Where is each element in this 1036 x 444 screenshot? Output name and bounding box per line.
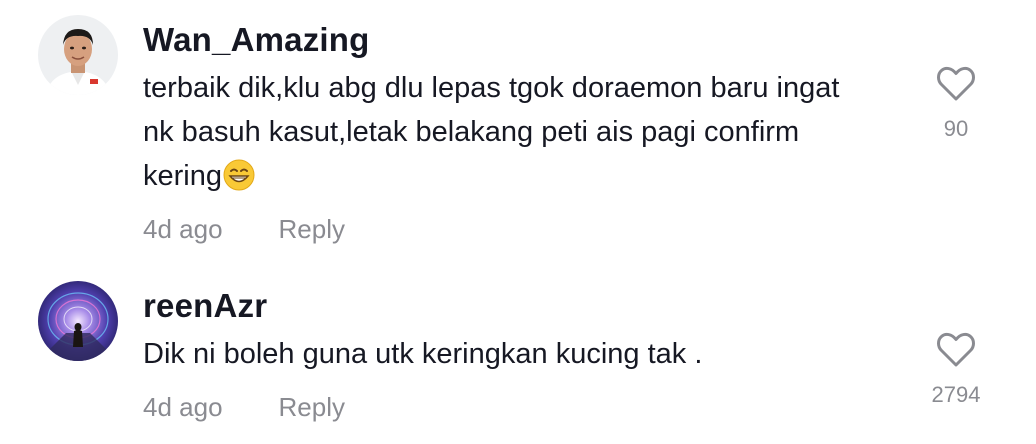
avatar[interactable] xyxy=(38,281,118,361)
comment-username[interactable]: reenAzr xyxy=(143,286,267,326)
comment-text: Dik ni boleh guna utk keringkan kucing t… xyxy=(143,332,863,376)
comment-timestamp: 4d ago xyxy=(143,214,223,244)
like-control: 90 xyxy=(916,66,996,142)
comment-username[interactable]: Wan_Amazing xyxy=(143,20,370,60)
like-count: 90 xyxy=(943,116,969,141)
heart-outline-icon[interactable] xyxy=(936,332,976,368)
reply-button[interactable]: Reply xyxy=(279,392,345,422)
comment-text: terbaik dik,klu abg dlu lepas tgok dorae… xyxy=(143,66,863,198)
like-control: 2794 xyxy=(916,332,996,408)
comment-meta: 4d ago Reply xyxy=(143,392,345,422)
comment-meta: 4d ago Reply xyxy=(143,214,345,244)
comment-item: reenAzr Dik ni boleh guna utk keringkan … xyxy=(0,260,1036,444)
heart-outline-icon[interactable] xyxy=(936,66,976,102)
avatar[interactable] xyxy=(38,15,118,95)
like-count: 2794 xyxy=(931,382,981,407)
comment-item: Wan_Amazing terbaik dik,klu abg dlu lepa… xyxy=(0,0,1036,260)
reply-button[interactable]: Reply xyxy=(279,214,345,244)
grinning-face-with-smiling-eyes-icon xyxy=(223,159,255,191)
comment-text-content: Dik ni boleh guna utk keringkan kucing t… xyxy=(143,338,703,370)
comment-timestamp: 4d ago xyxy=(143,392,223,422)
